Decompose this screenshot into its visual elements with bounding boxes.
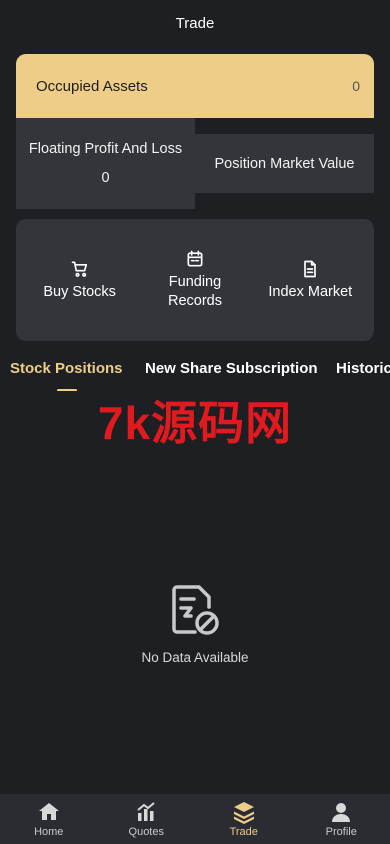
- nav-profile[interactable]: Profile: [293, 794, 390, 844]
- occupied-assets-card: Occupied Assets 0: [16, 54, 374, 118]
- empty-state-text: No Data Available: [141, 650, 249, 665]
- calendar-icon: [187, 250, 203, 267]
- position-tabs: Stock Positions New Share Subscription H…: [0, 355, 390, 391]
- nav-home-label: Home: [34, 826, 64, 838]
- bottom-navigation: Home Quotes Trade Profile: [0, 794, 390, 844]
- floating-pl-label: Floating Profit And Loss: [28, 141, 183, 157]
- page-header: Trade: [0, 0, 390, 46]
- home-icon: [38, 803, 59, 820]
- tab-new-share-subscription[interactable]: New Share Subscription: [145, 355, 318, 383]
- nav-home[interactable]: Home: [0, 794, 98, 844]
- cart-icon: [71, 261, 87, 277]
- active-tab-indicator: [57, 389, 77, 391]
- tab-stock-positions[interactable]: Stock Positions: [10, 355, 123, 383]
- buy-stocks-label: Buy Stocks: [43, 283, 116, 300]
- index-market-button[interactable]: Index Market: [255, 259, 365, 302]
- document-icon: [304, 260, 317, 277]
- user-icon: [332, 803, 351, 822]
- market-value-box: Position Market Value: [195, 134, 374, 193]
- layers-icon: [233, 802, 254, 824]
- page-title: Trade: [175, 14, 215, 32]
- occupied-assets-value: 0: [352, 78, 360, 94]
- market-value-label: Position Market Value: [214, 155, 355, 172]
- nav-trade-label: Trade: [229, 826, 258, 838]
- funding-records-label: Funding Records: [167, 274, 222, 309]
- watermark-text: 7k源码网: [97, 397, 293, 449]
- quick-actions-card: Buy Stocks Funding Records Index Market: [16, 219, 374, 341]
- occupied-assets-label: Occupied Assets: [36, 77, 148, 95]
- buy-stocks-button[interactable]: Buy Stocks: [25, 259, 135, 302]
- nav-quotes-label: Quotes: [128, 826, 164, 838]
- funding-records-button[interactable]: Funding Records: [140, 249, 250, 311]
- nav-quotes[interactable]: Quotes: [98, 794, 196, 844]
- nav-trade[interactable]: Trade: [195, 794, 293, 844]
- index-market-label: Index Market: [268, 283, 353, 300]
- empty-state: No Data Available: [0, 584, 390, 665]
- floating-pl-value: 0: [101, 170, 110, 186]
- tab-historic[interactable]: Historic: [336, 355, 390, 383]
- floating-pl-box: Floating Profit And Loss 0: [16, 118, 195, 209]
- chart-icon: [137, 802, 155, 821]
- no-data-icon: [172, 585, 219, 635]
- nav-profile-label: Profile: [325, 826, 357, 838]
